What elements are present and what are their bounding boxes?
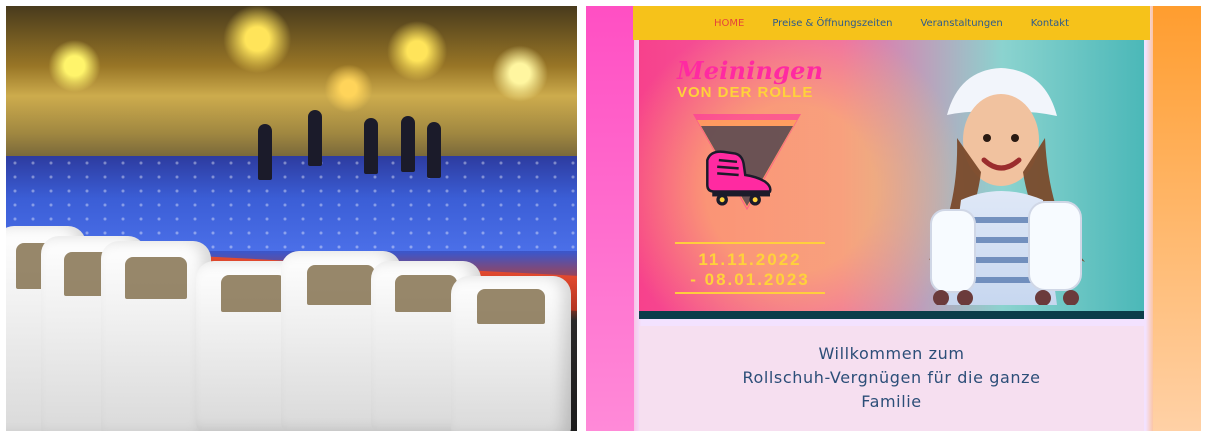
skater <box>401 116 415 172</box>
date-divider-bottom <box>675 292 825 294</box>
nav-prices-hours[interactable]: Preise & Öffnungszeiten <box>772 18 892 29</box>
welcome-section: Willkommen zum Rollschuh-Vergnügen für d… <box>639 326 1144 431</box>
ice-skates-photo <box>6 6 577 431</box>
website-screenshot: HOME Preise & Öffnungszeiten Veranstaltu… <box>586 6 1201 431</box>
string-lights <box>6 6 577 156</box>
skate-boot <box>451 276 571 431</box>
side-decoration-left <box>586 6 634 431</box>
nav-contact[interactable]: Kontakt <box>1031 18 1069 29</box>
top-navigation: HOME Preise & Öffnungszeiten Veranstaltu… <box>633 6 1150 40</box>
date-start: 11.11.2022 <box>698 250 802 269</box>
skater <box>258 124 272 180</box>
brand-title-line1: Meiningen <box>677 56 824 85</box>
welcome-line: Familie <box>861 392 922 411</box>
event-dates: 11.11.2022 - 08.01.2023 <box>675 240 825 300</box>
skater <box>427 122 441 178</box>
skater <box>364 118 378 174</box>
date-divider-top <box>675 242 825 244</box>
side-decoration-right <box>1153 6 1201 431</box>
skater <box>308 110 322 166</box>
brand-title-line2: VON DER ROLLE <box>677 84 814 101</box>
hero-banner: Meiningen VON DER ROLLE 11.11.2022 - 08.… <box>639 40 1144 319</box>
girl-with-skates-photo <box>929 68 1085 305</box>
welcome-line: Willkommen zum <box>818 344 965 363</box>
nav-events[interactable]: Veranstaltungen <box>920 18 1002 29</box>
welcome-heading: Willkommen zum Rollschuh-Vergnügen für d… <box>639 342 1144 414</box>
skate-rack <box>6 221 577 431</box>
roller-skate-icon <box>706 150 772 206</box>
skate-boot <box>101 241 211 431</box>
date-end: - 08.01.2023 <box>690 270 810 289</box>
welcome-line: Rollschuh-Vergnügen für die ganze <box>742 368 1041 387</box>
nav-home[interactable]: HOME <box>714 18 744 29</box>
